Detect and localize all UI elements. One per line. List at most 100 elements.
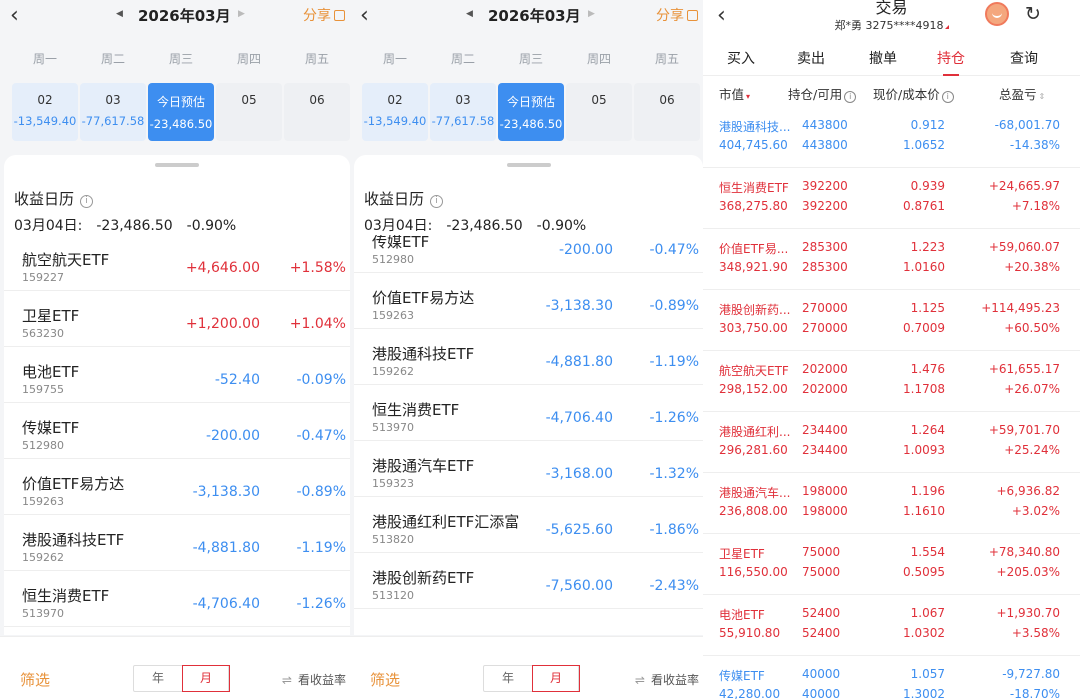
holding-price: 1.476 [910, 362, 945, 376]
list-item[interactable]: 恒生消费ETF 513970 -4,706.40 -1.26% [354, 385, 703, 441]
info-icon[interactable]: i [844, 91, 857, 103]
profit-percent: -1.32% [649, 466, 699, 482]
holding-pnl-percent: +3.58% [1011, 626, 1060, 640]
triangle-left-icon[interactable]: ◀ [466, 9, 473, 19]
list-item[interactable]: 卫星ETF 563230 +1,200.00 +1.04% [4, 291, 350, 347]
calendar-day[interactable]: 05 [216, 83, 282, 141]
triangle-left-icon[interactable]: ◀ [116, 9, 123, 19]
profit-amount: -200.00 [205, 428, 260, 444]
weekday-label: 周三 [518, 52, 543, 66]
list-item[interactable]: 电池ETF 159755 -52.40 -0.09% [4, 347, 350, 403]
list-item[interactable]: 传媒ETF 512980 -200.00 -0.47% [354, 235, 703, 273]
drag-handle[interactable] [506, 163, 551, 167]
list-item[interactable]: 价值ETF易方达 159263 -3,138.30 -0.89% [4, 459, 350, 515]
footer-bar: 筛选 年月 ⇌ 看收益率 [350, 636, 703, 699]
tab-buy[interactable]: 买入 [706, 48, 776, 68]
calendar-day[interactable]: 02 -13,549.40 [12, 83, 78, 141]
calendar-day[interactable]: 03 -77,617.58 [80, 83, 146, 141]
list-item[interactable]: 港股通红利ETF汇添富 513820 -5,625.60 -1.86% [354, 497, 703, 553]
refresh-icon[interactable]: ↻ [1025, 3, 1041, 25]
table-row[interactable]: 港股通科技... 404,745.60 443800 443800 0.912 1.065… [703, 107, 1080, 168]
calendar-day-today[interactable]: 今日预估 -23,486.50 [498, 83, 564, 141]
list-item[interactable]: 价值ETF易方达 159263 -3,138.30 -0.89% [354, 273, 703, 329]
table-row[interactable]: 电池ETF 55,910.80 52400 52400 1.067 1.0302 +1,93… [703, 595, 1080, 656]
holding-available: 270000 [802, 321, 848, 335]
share-button[interactable]: 分享 [656, 5, 698, 25]
holding-qty: 234400 [802, 423, 848, 437]
holding-available: 40000 [802, 687, 841, 699]
list-item[interactable]: 港股通科技ETF 159262 -4,881.80 -1.19% [354, 329, 703, 385]
tab-sell[interactable]: 卖出 [776, 48, 846, 68]
list-item[interactable]: 港股通汽车ETF 159323 -3,168.00 -1.32% [354, 441, 703, 497]
calendar-day[interactable]: 06 [284, 83, 350, 141]
weekday-label: 周二 [100, 52, 125, 66]
table-row[interactable]: 传媒ETF 42,280.00 40000 40000 1.057 1.3002 -9,72… [703, 656, 1080, 699]
account-selector[interactable]: 郑*勇 3275****4918 [703, 17, 1080, 33]
holding-qty: 75000 [802, 545, 841, 559]
list-item[interactable]: 航空航天ETF 159227 +4,646.00 +1.58% [4, 235, 350, 291]
holding-cost: 0.8761 [903, 199, 945, 213]
view-yield-button[interactable]: ⇌ 看收益率 [282, 671, 346, 688]
list-item[interactable]: 恒生消费ETF 513970 -4,706.40 -1.26% [4, 571, 350, 627]
filter-button[interactable]: 筛选 [20, 669, 50, 690]
info-icon[interactable]: i [80, 195, 94, 208]
sort-icon: ▾ [746, 92, 751, 101]
table-row[interactable]: 价值ETF易... 348,921.90 285300 285300 1.223 1.01… [703, 229, 1080, 290]
screen: ‹ ◀ 2026年03月 ▶ 分享 周一 周二 周三 周四 周五 02 -13,5… [0, 0, 1080, 699]
tab-cancel[interactable]: 撤单 [848, 48, 918, 68]
table-row[interactable]: 恒生消费ETF 368,275.80 392200 392200 0.939 0.8761… [703, 168, 1080, 229]
triangle-right-icon[interactable]: ▶ [238, 9, 245, 19]
info-icon[interactable]: i [941, 91, 954, 103]
column-total-pnl[interactable]: 总盈亏 ⇕ [999, 84, 1045, 103]
summary-amount: -23,486.50 [96, 218, 173, 234]
profit-percent: -1.26% [296, 596, 346, 612]
column-market-value[interactable]: 市值 ▾ [719, 84, 750, 103]
chevron-left-icon[interactable]: ‹ [360, 3, 369, 29]
list-item[interactable]: 港股通科技ETF 159262 -4,881.80 -1.19% [4, 515, 350, 571]
holding-available: 198000 [802, 504, 848, 518]
info-icon[interactable]: i [430, 195, 444, 208]
list-item[interactable]: 港股创新药ETF 513120 -7,560.00 -2.43% [354, 553, 703, 609]
weekday-label: 周四 [586, 52, 611, 66]
avatar[interactable] [985, 2, 1009, 26]
fund-name: 电池ETF [22, 363, 80, 381]
tab-positions[interactable]: 持仓 [916, 48, 986, 68]
calendar-day[interactable]: 06 [634, 83, 700, 141]
tab-query[interactable]: 查询 [989, 48, 1059, 68]
day-profit: -13,549.40 [363, 114, 427, 128]
view-yield-button[interactable]: ⇌ 看收益率 [635, 671, 699, 688]
footer-bar: 筛选 年月 ⇌ 看收益率 [0, 636, 350, 699]
swap-icon: ⇌ [281, 673, 292, 687]
table-row[interactable]: 港股通红利... 296,281.60 234400 234400 1.264 1.009… [703, 412, 1080, 473]
chevron-left-icon[interactable]: ‹ [10, 3, 19, 29]
period-month-option[interactable]: 月 [182, 665, 230, 692]
fund-name: 港股通汽车ETF [372, 457, 475, 475]
holding-pnl: +59,060.07 [988, 240, 1060, 254]
day-profit: -77,617.58 [81, 114, 145, 128]
fund-name: 港股通红利ETF汇添富 [372, 513, 520, 531]
calendar-day-today[interactable]: 今日预估 -23,486.50 [148, 83, 214, 141]
profit-list: 传媒ETF 512980 -200.00 -0.47% 价值ETF易方达 159263 -3… [354, 235, 703, 635]
holding-price: 0.939 [910, 179, 945, 193]
table-row[interactable]: 航空航天ETF 298,152.00 202000 202000 1.476 1.1708… [703, 351, 1080, 412]
triangle-right-icon[interactable]: ▶ [588, 9, 595, 19]
period-month-option[interactable]: 月 [532, 665, 580, 692]
filter-button[interactable]: 筛选 [370, 669, 400, 690]
month-label: 2026年03月 [138, 7, 231, 25]
calendar-day[interactable]: 05 [566, 83, 632, 141]
period-toggle: 年月 [133, 665, 230, 692]
calendar-day[interactable]: 02 -13,549.40 [362, 83, 428, 141]
profit-percent: -0.09% [296, 372, 346, 388]
calendar-day[interactable]: 03 -77,617.58 [430, 83, 496, 141]
period-year-option[interactable]: 年 [134, 666, 182, 691]
share-button[interactable]: 分享 [303, 5, 345, 25]
table-row[interactable]: 卫星ETF 116,550.00 75000 75000 1.554 0.5095 +78,… [703, 534, 1080, 595]
holding-value: 348,921.90 [719, 260, 788, 274]
table-row[interactable]: 港股通汽车... 236,808.00 198000 198000 1.196 1.161… [703, 473, 1080, 534]
list-item[interactable]: 传媒ETF 512980 -200.00 -0.47% [4, 403, 350, 459]
holding-pnl-percent: +60.50% [1004, 321, 1060, 335]
table-row[interactable]: 港股创新药... 303,750.00 270000 270000 1.125 0.700… [703, 290, 1080, 351]
share-icon [334, 10, 345, 21]
period-year-option[interactable]: 年 [484, 666, 532, 691]
drag-handle[interactable] [155, 163, 199, 167]
